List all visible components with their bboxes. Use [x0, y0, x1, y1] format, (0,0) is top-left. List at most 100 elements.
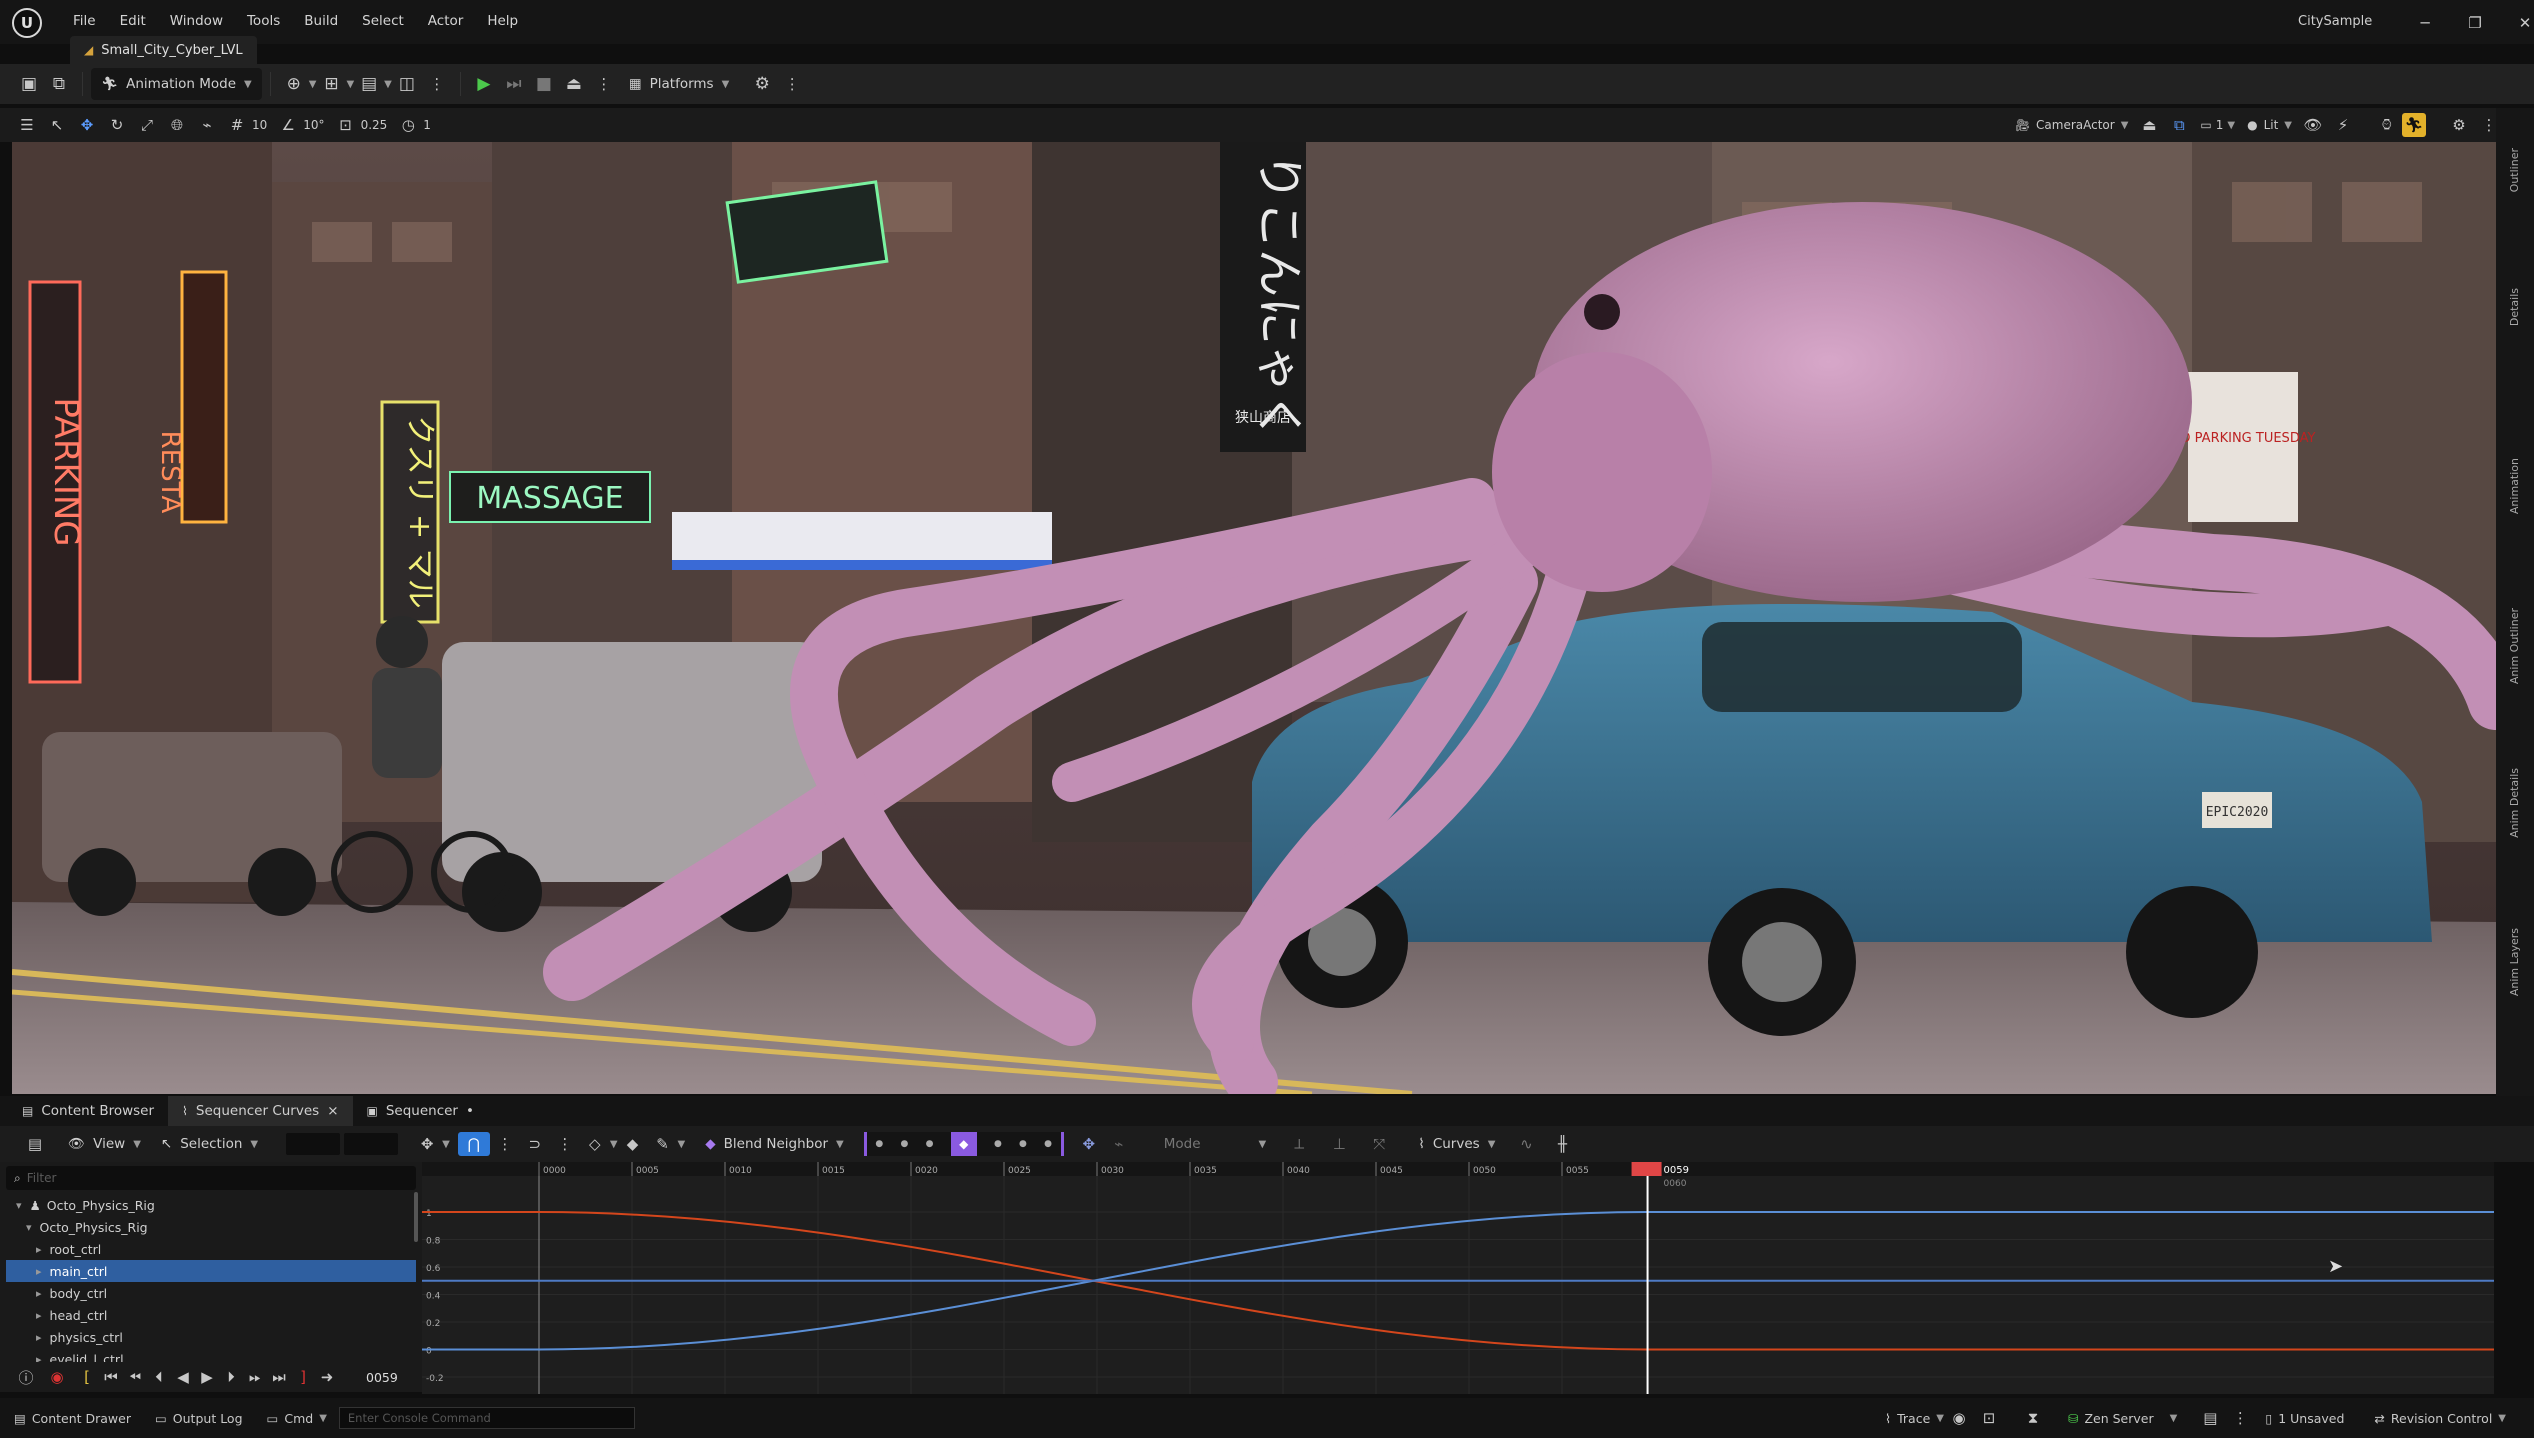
right-tab-anim-details[interactable]: Anim Details — [2508, 768, 2521, 838]
record-icon[interactable]: ◉ — [40, 1362, 74, 1392]
camera-speed-value[interactable]: 1 — [423, 118, 431, 132]
add-key-icon[interactable]: ◆ — [618, 1129, 648, 1159]
straighten-icon[interactable]: ⊥ — [1324, 1129, 1354, 1159]
tree-item[interactable]: ▸ head_ctrl — [6, 1304, 416, 1326]
value-field-value[interactable] — [344, 1133, 399, 1155]
panel-tab-content-browser[interactable]: ▤ Content Browser — [8, 1096, 168, 1126]
content-drawer-button[interactable]: ▤ Content Drawer — [14, 1411, 131, 1426]
mode-selector[interactable]: 🏃︎ Animation Mode ▼ — [91, 68, 262, 100]
prev-key-icon[interactable]: ⏪︎ — [124, 1362, 146, 1392]
scale-snap-value[interactable]: 0.25 — [361, 118, 388, 132]
right-tab-details[interactable]: Details — [2508, 288, 2521, 326]
selection-dropdown[interactable]: ↖ Selection ▼ — [151, 1128, 268, 1160]
tree-item[interactable]: ▾ ♟ Octo_Physics_Rig — [6, 1194, 416, 1216]
curve-menu-icon[interactable]: ▤ — [20, 1129, 50, 1159]
eject-icon[interactable]: ⏏︎ — [559, 69, 589, 99]
curves-dropdown[interactable]: ⌇ Curves ▼ — [1408, 1128, 1505, 1160]
key-icon[interactable]: ◇ — [580, 1129, 610, 1159]
loop-icon[interactable]: ➜ — [316, 1362, 338, 1392]
play-forward-icon[interactable]: ▶ — [196, 1362, 218, 1392]
zen-server-dropdown[interactable]: ⛁ Zen Server ▼ — [2068, 1411, 2177, 1426]
viewport-options-icon[interactable]: ☰ — [12, 110, 42, 140]
unreal-logo[interactable]: U — [12, 8, 42, 38]
menu-file[interactable]: File — [73, 13, 96, 29]
step-icon[interactable]: ⏭︎ — [499, 69, 529, 99]
tree-item[interactable]: ▸ body_ctrl — [6, 1282, 416, 1304]
output-log-button[interactable]: ▭ Output Log — [155, 1411, 243, 1426]
menu-window[interactable]: Window — [170, 13, 223, 29]
performance-icon[interactable]: ⚡︎ — [2328, 110, 2358, 140]
expanded-arrow-icon[interactable]: ▾ — [26, 1221, 32, 1234]
smart-tangent-icon[interactable]: ⤧ — [1364, 1129, 1394, 1159]
browse-icon[interactable]: ⧉ — [44, 69, 74, 99]
tree-item[interactable]: ▸ root_ctrl — [6, 1238, 416, 1260]
more-icon[interactable]: ⋮ — [2225, 1403, 2255, 1433]
cinematic-icon[interactable]: ⧉ — [2164, 110, 2194, 140]
viewport-settings-icon[interactable]: ⚙ — [2444, 110, 2474, 140]
mode-dropdown[interactable]: Mode ▼ — [1154, 1128, 1277, 1160]
blend-slider[interactable]: ● ● ● ◆ ● ● ● — [863, 1132, 1064, 1156]
collapsed-arrow-icon[interactable]: ▸ — [36, 1309, 42, 1322]
panel-tab-sequencer[interactable]: ▣ Sequencer • — [353, 1096, 488, 1126]
derived-data-icon[interactable]: ▤ — [2195, 1403, 2225, 1433]
info-icon[interactable]: ⓘ — [14, 1362, 38, 1392]
settings-icon[interactable]: ⚙ — [747, 69, 777, 99]
restore-icon[interactable]: ❐ — [2460, 8, 2490, 38]
rotation-snap-value[interactable]: 10° — [303, 118, 324, 132]
translate-icon[interactable]: ✥ — [72, 110, 102, 140]
stop-icon[interactable]: ■ — [529, 69, 559, 99]
grid-snap-icon[interactable]: # — [222, 110, 252, 140]
grid-snap-value[interactable]: 10 — [252, 118, 267, 132]
blend-slider-handle[interactable]: ◆ — [950, 1132, 977, 1156]
menu-tools[interactable]: Tools — [247, 13, 280, 29]
add-actor-icon[interactable]: ⊕ — [279, 69, 309, 99]
pen-icon[interactable]: ✎ — [648, 1129, 678, 1159]
transform-icon[interactable]: ✥ — [412, 1129, 442, 1159]
flatten-icon[interactable]: ⟂ — [1284, 1129, 1314, 1159]
blueprint-icon[interactable]: ⊞ — [316, 69, 346, 99]
panel-tab-sequencer-curves[interactable]: ⌇ Sequencer Curves × — [168, 1096, 353, 1126]
next-frame-icon[interactable]: ⏵︎ — [220, 1362, 242, 1392]
realtime-icon[interactable]: ⌚︎ — [2372, 110, 2402, 140]
lit-button[interactable]: ● Lit ▼ — [2241, 118, 2298, 132]
menu-help[interactable]: Help — [487, 13, 518, 29]
more-icon[interactable]: ⋮ — [550, 1129, 580, 1159]
level-tab[interactable]: ◢ Small_City_Cyber_LVL — [70, 36, 257, 64]
show-icon[interactable]: 👁︎ — [2298, 110, 2328, 140]
cinematics-icon[interactable]: ▤ — [354, 69, 384, 99]
record-trace-icon[interactable]: ◉ — [1944, 1403, 1974, 1433]
right-tab-outliner[interactable]: Outliner — [2508, 148, 2521, 192]
save-icon[interactable]: ▣ — [14, 69, 44, 99]
next-key-icon[interactable]: ⏩︎ — [244, 1362, 266, 1392]
collapsed-arrow-icon[interactable]: ▸ — [36, 1287, 42, 1300]
go-end-icon[interactable]: ⏭︎ — [268, 1362, 290, 1392]
minimize-icon[interactable]: ─ — [2410, 8, 2440, 38]
trace-dropdown[interactable]: ⌇ Trace ▼ — [1885, 1411, 1944, 1426]
play-icon[interactable]: ▶ — [469, 69, 499, 99]
revision-control-button[interactable]: ⇄ Revision Control ▼ — [2374, 1411, 2506, 1426]
mark-out-icon[interactable]: ] — [292, 1362, 314, 1392]
scale-icon[interactable]: ⤢ — [132, 110, 162, 140]
menu-select[interactable]: Select — [362, 13, 404, 29]
expanded-arrow-icon[interactable]: ▾ — [16, 1199, 22, 1212]
menu-edit[interactable]: Edit — [120, 13, 146, 29]
snap-icon[interactable]: ⋂ — [457, 1132, 490, 1156]
more-icon[interactable]: ⋮ — [777, 69, 807, 99]
more-icon[interactable]: ⋮ — [589, 69, 619, 99]
right-tab-anim-outliner[interactable]: Anim Outliner — [2508, 608, 2521, 684]
retime-icon[interactable]: ⌁ — [1104, 1129, 1134, 1159]
close-tab-icon[interactable]: × — [327, 1103, 338, 1119]
play-reverse-icon[interactable]: ◀ — [172, 1362, 194, 1392]
prev-frame-icon[interactable]: ⏴︎ — [148, 1362, 170, 1392]
more-icon[interactable]: ⋮ — [422, 69, 452, 99]
animation-mode-icon[interactable]: 🏃︎ — [2402, 113, 2426, 137]
collapsed-arrow-icon[interactable]: ▸ — [36, 1243, 42, 1256]
platforms-button[interactable]: ▦ Platforms ▼ — [619, 68, 739, 100]
tree-filter[interactable]: ⌕ Filter — [6, 1166, 416, 1190]
pilot-icon[interactable]: ⏏︎ — [2134, 110, 2164, 140]
collapsed-arrow-icon[interactable]: ▸ — [36, 1331, 42, 1344]
console-input[interactable]: Enter Console Command — [338, 1407, 635, 1429]
tween-icon[interactable]: ✥ — [1074, 1129, 1104, 1159]
hourglass-icon[interactable]: ⧗ — [2018, 1403, 2048, 1433]
rotation-snap-icon[interactable]: ∠ — [273, 110, 303, 140]
